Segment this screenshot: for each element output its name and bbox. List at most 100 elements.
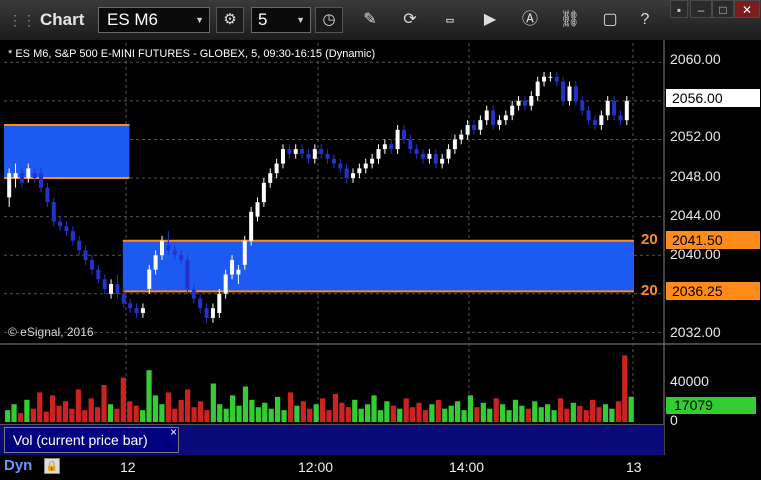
candle-body [89, 260, 94, 270]
candle-body [70, 231, 75, 241]
candle-body [618, 115, 623, 121]
candle-body [472, 124, 476, 130]
volume-bar [506, 410, 512, 422]
candle-body [370, 158, 375, 164]
chart-header: * ES M6, S&P 500 E-MINI FUTURES - GLOBEX… [8, 48, 376, 60]
candle-body [109, 284, 114, 294]
volume-bar [500, 404, 506, 422]
volume-bar [107, 404, 114, 422]
candle-body [102, 279, 107, 289]
candle-body [401, 129, 406, 140]
volume-bar [564, 408, 570, 422]
volume-axis-label: 0 [670, 412, 678, 428]
candle-body [389, 144, 394, 150]
candle-body [478, 120, 483, 130]
volume-bar [410, 407, 416, 422]
volume-bar [191, 407, 197, 422]
candle-body [414, 149, 419, 154]
volume-bar [197, 401, 204, 422]
volume-bar [538, 407, 544, 422]
lock-icon[interactable]: 🔒 [44, 458, 60, 474]
volume-study-label[interactable]: Vol (current price bar) [4, 427, 179, 453]
candle-body [319, 149, 324, 154]
volume-bar [88, 398, 94, 422]
volume-bar [352, 399, 358, 422]
candle-body [45, 187, 50, 203]
time-axis-label: 14:00 [449, 459, 485, 475]
volume-bar [461, 410, 467, 422]
volume-bar [230, 395, 236, 422]
time-axis-label: 13 [626, 459, 642, 475]
candle-body [363, 163, 368, 169]
volume-bar [101, 385, 107, 422]
candle-body [586, 110, 591, 121]
volume-bar [551, 410, 557, 422]
volume-bar [287, 392, 294, 422]
candle-body [274, 163, 279, 174]
volume-bar [512, 399, 519, 422]
candle-body [338, 163, 343, 169]
price-axis-label: 2032.00 [670, 324, 721, 340]
candle-body [19, 173, 24, 183]
candle-body [522, 100, 527, 106]
candle-body [459, 134, 464, 140]
candle-body [300, 149, 305, 154]
volume-bar [435, 399, 441, 422]
volume-bar [448, 405, 454, 422]
resistance-zone [122, 240, 635, 292]
candle-body [535, 81, 540, 97]
dyn-button[interactable]: Dyn [4, 457, 32, 474]
chart-window: ⋮⋮ Chart ES M6 ▼ ⚙ 5 ▼ ◷ ✎ ⟳ ▭ ▶ Ⓐ ⛓ ▢ ? … [0, 0, 761, 480]
candle-body [599, 115, 604, 125]
candle-body [344, 168, 349, 179]
volume-bar [5, 410, 11, 422]
volume-bar [159, 404, 165, 422]
candle-body [26, 168, 31, 179]
candle-body [421, 153, 426, 159]
volume-bar [11, 404, 17, 422]
candle-body [13, 173, 18, 179]
volume-bar [95, 407, 101, 422]
volume-bar [545, 404, 551, 422]
candle-body [255, 202, 260, 217]
candle-body [395, 129, 400, 150]
volume-bar [577, 405, 583, 422]
volume-bar [281, 410, 287, 422]
candle-body [440, 158, 445, 164]
volume-bar [120, 377, 126, 422]
candle-body [376, 149, 381, 159]
volume-bar [69, 408, 75, 422]
candle-body [306, 153, 311, 159]
candle-body [115, 284, 120, 294]
candle-body [217, 293, 222, 314]
volume-bar [275, 396, 281, 422]
candle-body [198, 298, 203, 309]
volume-bar [146, 370, 152, 422]
candle-body [567, 86, 572, 101]
candle-body [331, 158, 336, 164]
candle-body [64, 226, 69, 232]
candle-body [58, 221, 63, 227]
candle-body [529, 96, 534, 106]
volume-bar [339, 402, 345, 422]
candle-body [433, 153, 438, 164]
volume-bar [615, 401, 621, 422]
candle-body [77, 240, 82, 251]
volume-bar [365, 404, 371, 422]
volume-bar [236, 405, 242, 422]
candle-body [580, 100, 585, 111]
candle-body [280, 149, 285, 164]
candle-body [484, 110, 489, 121]
volume-bar [217, 404, 223, 422]
candle-body [134, 308, 139, 314]
close-icon[interactable]: × [170, 425, 177, 439]
volume-bar [397, 408, 403, 422]
upper-level-tag: 2041.50 [666, 231, 760, 249]
volume-bar [242, 386, 249, 422]
volume-bar [590, 399, 596, 422]
candle-body [140, 308, 145, 314]
candle-body [191, 288, 196, 299]
volume-bar [602, 404, 609, 422]
candle-body [357, 168, 362, 174]
volume-bar [307, 408, 313, 422]
